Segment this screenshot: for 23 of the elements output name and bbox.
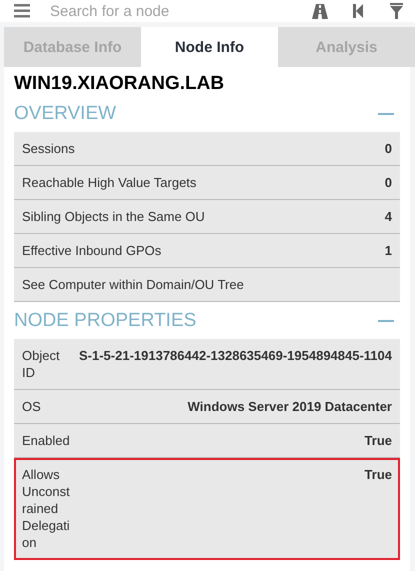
overview-label[interactable]: Effective Inbound GPOs	[22, 242, 162, 259]
search-field[interactable]: Search for a node	[50, 2, 281, 20]
section-title: NODE PROPERTIES	[14, 310, 196, 332]
property-label: Enabled	[22, 432, 70, 449]
property-label: Allows Unconstrained Delegation	[22, 466, 70, 551]
property-value: S-1-5-21-1913786442-1328635469-1954894845-1104	[79, 347, 392, 364]
property-value: Windows Server 2019 Datacenter	[188, 398, 392, 415]
property-label: Object ID	[22, 347, 61, 381]
section-title: OVERVIEW	[14, 103, 116, 125]
count-value: 0	[384, 174, 392, 191]
count-value: 4	[384, 208, 392, 225]
node-title: WIN19.XIAORANG.LAB	[14, 73, 224, 95]
property-value: True	[364, 432, 392, 449]
search-bar[interactable]: Search for a node	[0, 0, 415, 22]
count-value: 1	[384, 242, 392, 259]
menu-icon[interactable]	[14, 4, 30, 18]
overview-label[interactable]: Reachable High Value Targets	[22, 174, 196, 191]
count-value: 0	[384, 140, 392, 157]
overview-label[interactable]: Sessions	[22, 140, 75, 157]
property-label: OS	[22, 398, 42, 415]
property-value: True	[364, 466, 392, 483]
tab[interactable]: Node Info	[141, 27, 278, 67]
overview-label[interactable]: Sibling Objects in the Same OU	[22, 208, 205, 225]
